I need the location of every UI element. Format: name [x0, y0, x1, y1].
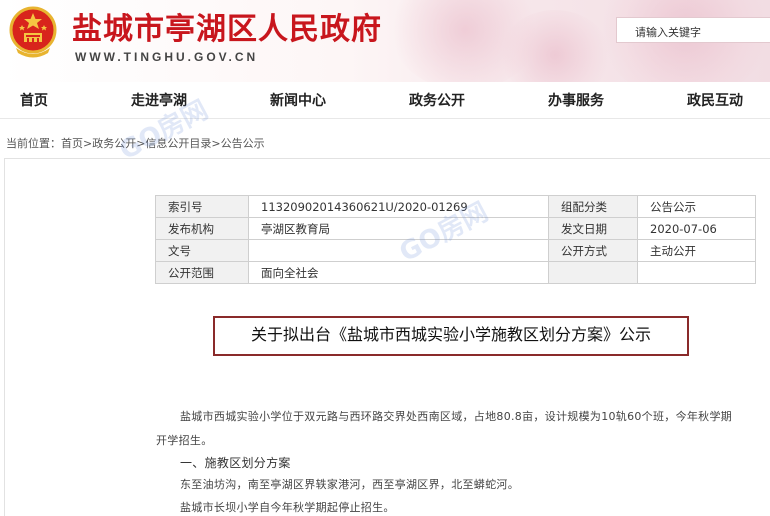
scope-value: 面向全社会	[248, 261, 549, 284]
nav-item-gov-affairs[interactable]: 政务公开	[409, 90, 465, 110]
main-nav: 首页 走进亭湖 新闻中心 政务公开 办事服务 政民互动	[0, 82, 770, 119]
method-value: 主动公开	[637, 239, 756, 262]
paragraph-line: 盐城市西城实验小学位于双元路与西环路交界处西南区域，占地80.8亩，设计规模为1…	[180, 410, 733, 423]
nav-item-news[interactable]: 新闻中心	[270, 90, 326, 110]
document-title: 关于拟出台《盐城市西城实验小学施教区划分方案》公示	[213, 316, 689, 356]
table-row: 公开范围 面向全社会	[155, 261, 756, 284]
paragraph-line: 盐城市长坝小学自今年秋学期起停止招生。	[180, 501, 395, 514]
section-heading: 一、施教区划分方案	[180, 456, 291, 470]
index-label: 索引号	[155, 195, 249, 218]
date-value: 2020-07-06	[637, 217, 756, 240]
nav-item-home[interactable]: 首页	[20, 90, 48, 110]
search-input[interactable]: 请输入关键字	[616, 17, 770, 43]
national-emblem-icon	[9, 6, 57, 58]
nav-item-interaction[interactable]: 政民互动	[687, 90, 743, 110]
index-value: 11320902014360621U/2020-01269	[248, 195, 549, 218]
docno-label: 文号	[155, 239, 249, 262]
empty-cell	[548, 261, 638, 284]
publisher-label: 发布机构	[155, 217, 249, 240]
category-value: 公告公示	[637, 195, 756, 218]
site-header: 盐城市亭湖区人民政府 WWW.TINGHU.GOV.CN 请输入关键字	[0, 0, 770, 82]
site-title[interactable]: 盐城市亭湖区人民政府	[72, 4, 382, 48]
empty-cell	[637, 261, 756, 284]
nav-item-services[interactable]: 办事服务	[548, 90, 604, 110]
site-url: WWW.TINGHU.GOV.CN	[75, 50, 259, 64]
method-label: 公开方式	[548, 239, 638, 262]
paragraph-line: 东至油坊沟，南至亭湖区界轶家港河，西至亭湖区界，北至蟒蛇河。	[180, 478, 519, 491]
paragraph-line: 开学招生。	[156, 434, 213, 447]
category-label: 组配分类	[548, 195, 638, 218]
date-label: 发文日期	[548, 217, 638, 240]
scope-label: 公开范围	[155, 261, 249, 284]
